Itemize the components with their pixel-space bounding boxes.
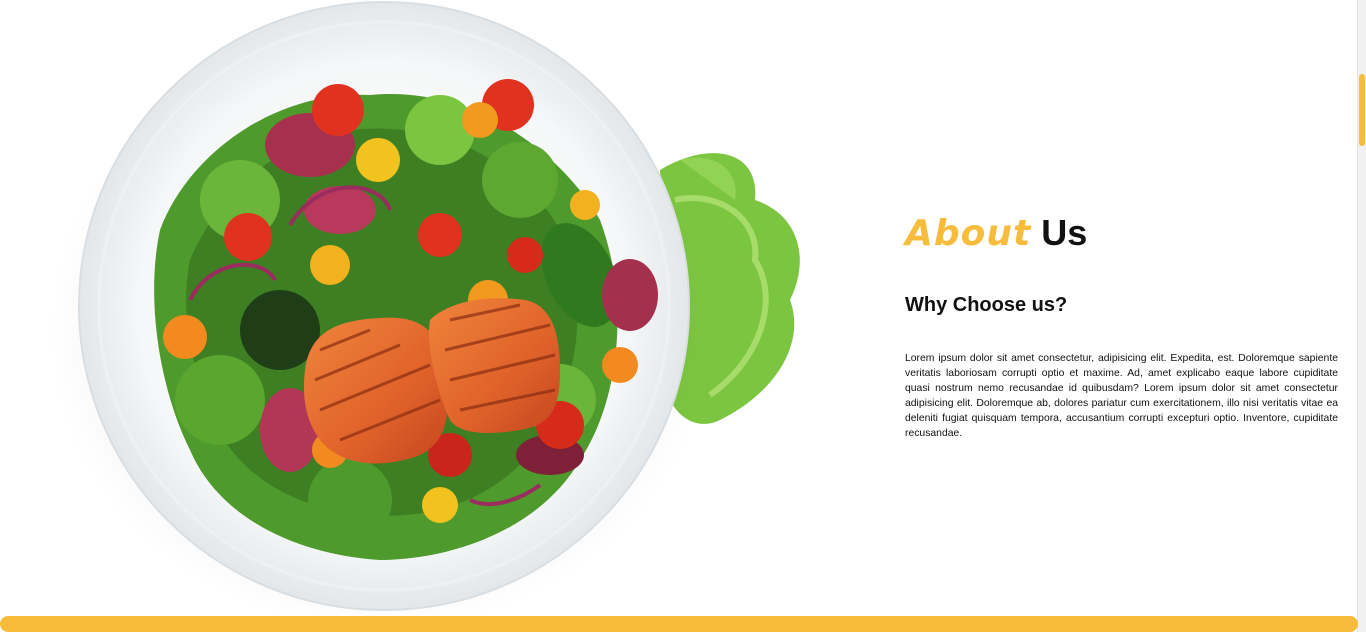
bottom-accent-bar [0, 616, 1358, 632]
salmon-salad-image [20, 0, 820, 632]
page: About Us Why Choose us? Lorem ipsum dolo… [0, 0, 1366, 632]
about-subtitle: Why Choose us? [905, 294, 1068, 316]
about-title-rest: Us [1041, 212, 1088, 253]
scrollbar-thumb[interactable] [1359, 74, 1365, 146]
vertical-scrollbar[interactable] [1357, 0, 1366, 632]
about-title: About Us [905, 205, 1338, 262]
about-title-accent: About [905, 213, 1032, 254]
about-body-text: Lorem ipsum dolor sit amet consectetur, … [905, 353, 1338, 439]
about-section: About Us Why Choose us? Lorem ipsum dolo… [905, 205, 1338, 441]
